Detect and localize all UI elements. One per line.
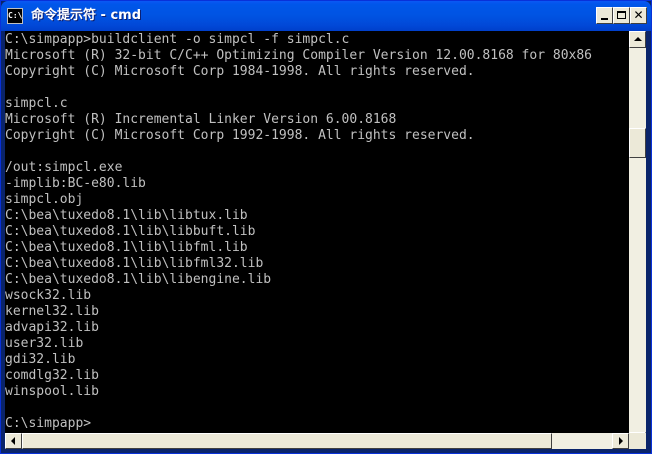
- arrow-left-icon: [11, 437, 15, 445]
- vertical-scrollbar[interactable]: [629, 31, 646, 449]
- console-line: simpcl.c: [5, 96, 68, 111]
- console-line: simpcl.obj: [5, 192, 84, 207]
- console-line: C:\bea\tuxedo8.1\lib\libfml32.lib: [5, 256, 264, 271]
- title-bar[interactable]: C:\ 命令提示符 - cmd ✕: [1, 1, 651, 31]
- console-line: user32.lib: [5, 336, 84, 351]
- close-button[interactable]: ✕: [630, 7, 647, 24]
- console-line: C:\bea\tuxedo8.1\lib\libbuft.lib: [5, 224, 256, 239]
- console-line: wsock32.lib: [5, 288, 92, 303]
- vertical-scroll-thumb[interactable]: [629, 128, 646, 158]
- console-line: advapi32.lib: [5, 320, 99, 335]
- maximize-button[interactable]: [613, 7, 630, 24]
- horizontal-scroll-thumb[interactable]: [22, 433, 552, 449]
- console-window: C:\ 命令提示符 - cmd ✕ C:\simpapp>buildclient…: [0, 0, 652, 454]
- arrow-right-icon: [619, 437, 623, 445]
- minimize-icon: [601, 18, 608, 20]
- console-line: /out:simpcl.exe: [5, 160, 123, 175]
- console-line: kernel32.lib: [5, 304, 99, 319]
- console-line: Copyright (C) Microsoft Corp 1984-1998. …: [5, 64, 475, 79]
- console-line: Copyright (C) Microsoft Corp 1992-1998. …: [5, 128, 475, 143]
- close-icon: ✕: [633, 8, 644, 22]
- horizontal-scrollbar[interactable]: [5, 433, 629, 449]
- window-title: 命令提示符 - cmd: [31, 8, 142, 23]
- maximize-icon: [617, 11, 626, 19]
- console-line: Microsoft (R) Incremental Linker Version…: [5, 112, 397, 127]
- console-line: C:\bea\tuxedo8.1\lib\libtux.lib: [5, 208, 248, 223]
- arrow-up-icon: [634, 37, 642, 41]
- size-grip[interactable]: [629, 433, 646, 449]
- console-output[interactable]: C:\simpapp>buildclient -o simpcl -f simp…: [5, 31, 629, 433]
- console-line: C:\bea\tuxedo8.1\lib\libengine.lib: [5, 272, 272, 287]
- scroll-up-button[interactable]: [629, 31, 646, 48]
- console-line: C:\simpapp>buildclient -o simpcl -f simp…: [5, 32, 350, 47]
- scroll-left-button[interactable]: [5, 433, 22, 449]
- console-icon[interactable]: C:\: [7, 8, 23, 24]
- console-line: C:\simpapp>: [5, 416, 92, 431]
- console-line: comdlg32.lib: [5, 368, 99, 383]
- console-line: C:\bea\tuxedo8.1\lib\libfml.lib: [5, 240, 248, 255]
- console-line: -implib:BC-e80.lib: [5, 176, 146, 191]
- minimize-button[interactable]: [596, 7, 613, 24]
- console-line: winspool.lib: [5, 384, 99, 399]
- console-line: Microsoft (R) 32-bit C/C++ Optimizing Co…: [5, 48, 592, 63]
- console-line: gdi32.lib: [5, 352, 76, 367]
- scroll-right-button[interactable]: [612, 433, 629, 449]
